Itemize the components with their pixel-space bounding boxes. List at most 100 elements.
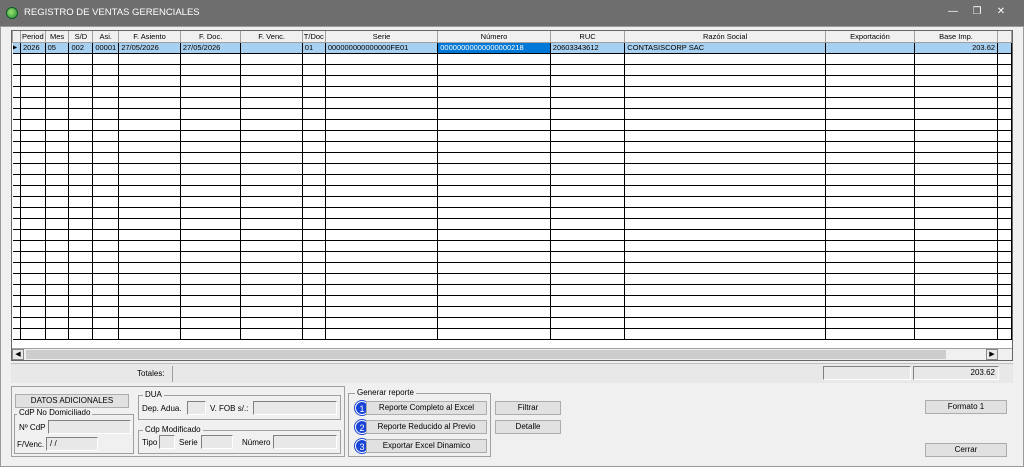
empty-row[interactable]	[12, 273, 1012, 285]
empty-cell[interactable]	[437, 174, 551, 186]
empty-cell[interactable]	[92, 262, 120, 274]
empty-cell[interactable]	[550, 75, 626, 87]
empty-cell[interactable]	[45, 163, 70, 175]
column-header[interactable]: RUC	[549, 31, 626, 43]
empty-cell[interactable]	[92, 97, 120, 109]
empty-cell[interactable]	[825, 273, 915, 285]
cell-sd[interactable]: 002	[68, 42, 94, 54]
empty-cell[interactable]	[825, 108, 915, 120]
empty-cell[interactable]	[914, 64, 999, 76]
empty-cell[interactable]	[437, 240, 551, 252]
empty-cell[interactable]	[20, 64, 46, 76]
empty-cell[interactable]	[437, 317, 551, 329]
empty-cell[interactable]	[180, 108, 242, 120]
empty-cell[interactable]	[914, 229, 999, 241]
empty-cell[interactable]	[437, 273, 551, 285]
empty-cell[interactable]	[68, 207, 94, 219]
empty-cell[interactable]	[20, 196, 46, 208]
empty-cell[interactable]	[325, 163, 439, 175]
empty-cell[interactable]	[914, 119, 999, 131]
empty-cell[interactable]	[437, 328, 551, 340]
empty-cell[interactable]	[325, 152, 439, 164]
empty-cell[interactable]	[550, 218, 626, 230]
empty-cell[interactable]	[302, 240, 326, 252]
empty-cell[interactable]	[20, 108, 46, 120]
empty-cell[interactable]	[20, 141, 46, 153]
empty-cell[interactable]	[914, 262, 999, 274]
empty-cell[interactable]	[240, 97, 303, 109]
empty-cell[interactable]	[240, 273, 303, 285]
empty-cell[interactable]	[45, 174, 70, 186]
empty-cell[interactable]	[437, 64, 551, 76]
empty-cell[interactable]	[92, 240, 120, 252]
empty-cell[interactable]	[624, 207, 826, 219]
column-header[interactable]: Mes	[44, 31, 70, 43]
empty-row[interactable]	[12, 119, 1012, 131]
numero-input[interactable]	[273, 435, 337, 449]
empty-cell[interactable]	[624, 119, 826, 131]
empty-cell[interactable]	[68, 75, 94, 87]
empty-cell[interactable]	[240, 152, 303, 164]
empty-cell[interactable]	[20, 53, 46, 65]
empty-cell[interactable]	[180, 97, 242, 109]
cell-base-imp[interactable]: 203.62	[914, 42, 999, 54]
empty-cell[interactable]	[437, 295, 551, 307]
empty-cell[interactable]	[914, 174, 999, 186]
minimize-button[interactable]: —	[946, 6, 960, 18]
empty-cell[interactable]	[302, 130, 326, 142]
empty-cell[interactable]	[550, 295, 626, 307]
empty-cell[interactable]	[825, 218, 915, 230]
empty-cell[interactable]	[180, 141, 242, 153]
empty-cell[interactable]	[825, 97, 915, 109]
empty-cell[interactable]	[68, 317, 94, 329]
empty-cell[interactable]	[118, 328, 181, 340]
empty-cell[interactable]	[240, 328, 303, 340]
empty-row[interactable]	[12, 295, 1012, 307]
empty-cell[interactable]	[914, 295, 999, 307]
column-header[interactable]: Número	[437, 31, 551, 43]
empty-cell[interactable]	[302, 262, 326, 274]
empty-cell[interactable]	[825, 251, 915, 263]
empty-cell[interactable]	[624, 284, 826, 296]
empty-cell[interactable]	[302, 141, 326, 153]
empty-cell[interactable]	[45, 86, 70, 98]
empty-cell[interactable]	[550, 53, 626, 65]
empty-cell[interactable]	[624, 141, 826, 153]
export-excel-dynamic-button[interactable]: Exportar Excel Dinamico	[366, 439, 487, 453]
empty-row[interactable]	[12, 218, 1012, 230]
empty-row[interactable]	[12, 207, 1012, 219]
empty-cell[interactable]	[302, 108, 326, 120]
serie-input[interactable]	[201, 435, 233, 449]
empty-cell[interactable]	[118, 185, 181, 197]
empty-cell[interactable]	[437, 141, 551, 153]
empty-cell[interactable]	[68, 185, 94, 197]
empty-cell[interactable]	[437, 207, 551, 219]
empty-cell[interactable]	[92, 141, 120, 153]
report-complete-excel-button[interactable]: Reporte Completo al Excel	[366, 401, 487, 415]
empty-cell[interactable]	[437, 75, 551, 87]
empty-cell[interactable]	[240, 218, 303, 230]
empty-cell[interactable]	[118, 196, 181, 208]
empty-cell[interactable]	[302, 75, 326, 87]
empty-cell[interactable]	[550, 229, 626, 241]
scroll-left-icon[interactable]: ◀	[12, 349, 24, 360]
column-header[interactable]: F. Venc.	[240, 31, 303, 43]
empty-cell[interactable]	[624, 306, 826, 318]
empty-cell[interactable]	[180, 185, 242, 197]
cell-razon-social[interactable]: CONTASISCORP SAC	[624, 42, 826, 54]
empty-cell[interactable]	[68, 53, 94, 65]
empty-row[interactable]	[12, 141, 1012, 153]
empty-cell[interactable]	[20, 86, 46, 98]
empty-cell[interactable]	[180, 295, 242, 307]
filter-button[interactable]: Filtrar	[495, 401, 561, 415]
empty-cell[interactable]	[550, 317, 626, 329]
empty-cell[interactable]	[118, 317, 181, 329]
empty-cell[interactable]	[180, 130, 242, 142]
empty-cell[interactable]	[302, 97, 326, 109]
sales-grid[interactable]: Period Mes S/D Asi. F. Asiento F. Doc. F…	[11, 30, 1013, 361]
empty-cell[interactable]	[437, 185, 551, 197]
empty-cell[interactable]	[325, 130, 439, 142]
empty-row[interactable]	[12, 328, 1012, 340]
empty-cell[interactable]	[325, 185, 439, 197]
empty-cell[interactable]	[914, 317, 999, 329]
